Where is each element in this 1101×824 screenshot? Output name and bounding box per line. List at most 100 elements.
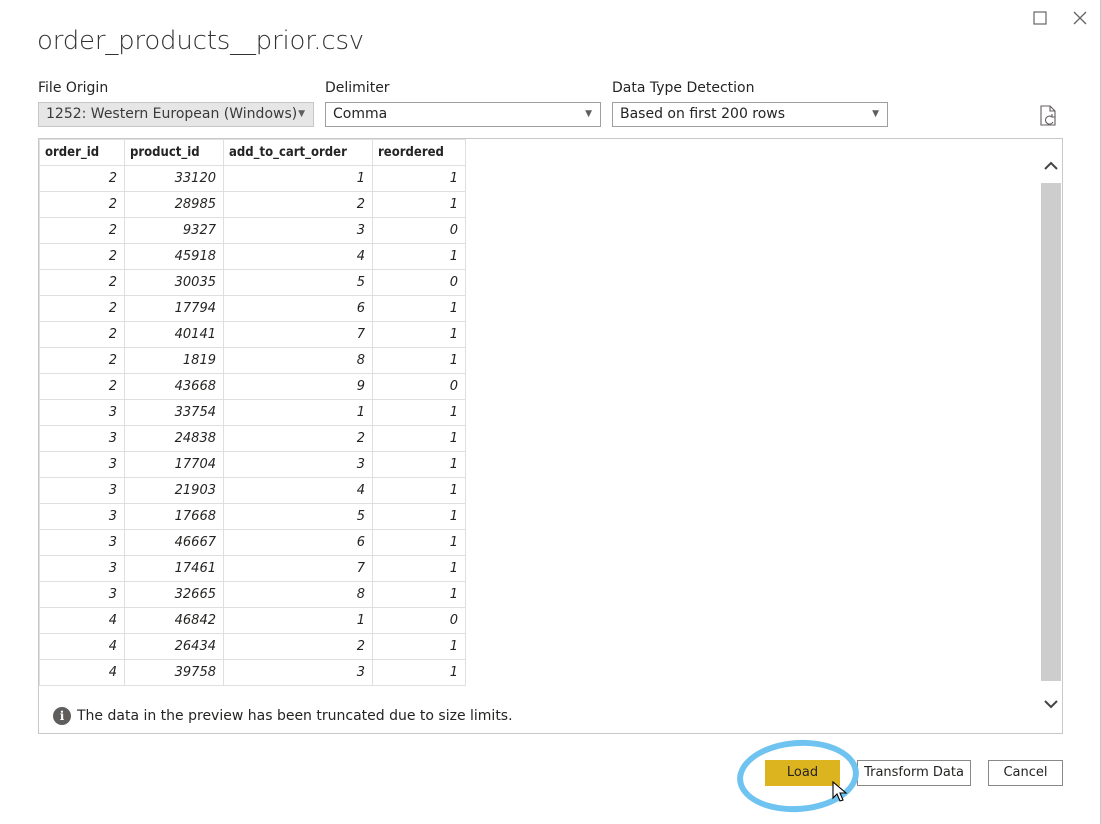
table-cell: 1 bbox=[372, 659, 466, 686]
table-cell: 9 bbox=[223, 373, 373, 400]
table-cell: 3 bbox=[223, 659, 373, 686]
table-cell: 1 bbox=[372, 529, 466, 556]
table-cell: 1 bbox=[223, 165, 373, 192]
data-preview-panel: order_id product_id add_to_cart_order re… bbox=[38, 138, 1063, 734]
truncation-notice-text: The data in the preview has been truncat… bbox=[77, 708, 513, 724]
table-cell: 1 bbox=[223, 399, 373, 426]
column-header[interactable]: reordered bbox=[372, 139, 466, 166]
table-cell: 6 bbox=[223, 529, 373, 556]
truncation-notice: i The data in the preview has been trunc… bbox=[53, 707, 513, 725]
table-row: 4 39758 3 1 bbox=[39, 659, 466, 686]
table-row: 3 32665 8 1 bbox=[39, 581, 466, 608]
vertical-scrollbar[interactable] bbox=[1040, 153, 1062, 723]
table-cell: 4 bbox=[39, 607, 125, 634]
table-cell: 5 bbox=[223, 269, 373, 296]
chevron-down-icon: ▼ bbox=[298, 109, 305, 119]
table-row: 2 17794 6 1 bbox=[39, 295, 466, 322]
table-row: 3 21903 4 1 bbox=[39, 477, 466, 504]
table-cell: 2 bbox=[39, 295, 125, 322]
table-cell: 2 bbox=[39, 165, 125, 192]
table-cell: 39758 bbox=[124, 659, 224, 686]
table-cell: 3 bbox=[39, 399, 125, 426]
type-detection-value: Based on first 200 rows bbox=[620, 106, 786, 122]
file-origin-select[interactable]: 1252: Western European (Windows) ▼ bbox=[38, 102, 314, 127]
table-row: 2 45918 4 1 bbox=[39, 243, 466, 270]
dialog-title: order_products__prior.csv bbox=[37, 26, 364, 56]
table-cell: 33120 bbox=[124, 165, 224, 192]
close-icon[interactable] bbox=[1068, 6, 1092, 30]
table-cell: 3 bbox=[39, 503, 125, 530]
table-row: 2 28985 2 1 bbox=[39, 191, 466, 218]
table-cell: 9327 bbox=[124, 217, 224, 244]
table-cell: 0 bbox=[372, 373, 466, 400]
table-cell: 6 bbox=[223, 295, 373, 322]
table-row: 4 26434 2 1 bbox=[39, 633, 466, 660]
table-row: 2 30035 5 0 bbox=[39, 269, 466, 296]
table-cell: 33754 bbox=[124, 399, 224, 426]
refresh-icon[interactable] bbox=[1038, 104, 1060, 128]
table-cell: 1 bbox=[372, 633, 466, 660]
maximize-icon[interactable] bbox=[1028, 6, 1052, 30]
table-cell: 2 bbox=[39, 321, 125, 348]
table-cell: 2 bbox=[39, 243, 125, 270]
table-cell: 2 bbox=[223, 191, 373, 218]
table-cell: 2 bbox=[223, 633, 373, 660]
table-cell: 32665 bbox=[124, 581, 224, 608]
table-row: 3 33754 1 1 bbox=[39, 399, 466, 426]
table-body: 2 33120 1 1 2 28985 2 1 2 9327 3 0 2 45918 4 1 2 30035 5 0 2… bbox=[39, 165, 466, 686]
table-cell: 1 bbox=[372, 191, 466, 218]
table-cell: 17704 bbox=[124, 451, 224, 478]
table-cell: 2 bbox=[39, 347, 125, 374]
scrollbar-thumb[interactable] bbox=[1041, 183, 1061, 681]
table-row: 2 40141 7 1 bbox=[39, 321, 466, 348]
table-row: 3 24838 2 1 bbox=[39, 425, 466, 452]
table-cell: 17461 bbox=[124, 555, 224, 582]
delimiter-select[interactable]: Comma ▼ bbox=[325, 102, 601, 127]
table-cell: 0 bbox=[372, 217, 466, 244]
table-cell: 17794 bbox=[124, 295, 224, 322]
table-row: 4 46842 1 0 bbox=[39, 607, 466, 634]
table-cell: 1 bbox=[372, 425, 466, 452]
table-row: 3 17461 7 1 bbox=[39, 555, 466, 582]
column-header[interactable]: order_id bbox=[39, 139, 125, 166]
table-cell: 1 bbox=[372, 165, 466, 192]
table-cell: 1 bbox=[223, 607, 373, 634]
table-cell: 8 bbox=[223, 581, 373, 608]
table-row: 2 1819 8 1 bbox=[39, 347, 466, 374]
table-cell: 1 bbox=[372, 503, 466, 530]
table-cell: 5 bbox=[223, 503, 373, 530]
column-header[interactable]: product_id bbox=[124, 139, 224, 166]
table-cell: 4 bbox=[39, 659, 125, 686]
table-cell: 1 bbox=[372, 243, 466, 270]
column-header[interactable]: add_to_cart_order bbox=[223, 139, 373, 166]
chevron-down-icon: ▼ bbox=[872, 109, 879, 119]
table-row: 2 9327 3 0 bbox=[39, 217, 466, 244]
table-cell: 3 bbox=[39, 477, 125, 504]
table-cell: 7 bbox=[223, 321, 373, 348]
scroll-down-icon[interactable] bbox=[1042, 695, 1060, 713]
table-cell: 3 bbox=[223, 217, 373, 244]
table-cell: 2 bbox=[39, 373, 125, 400]
table-row: 3 46667 6 1 bbox=[39, 529, 466, 556]
table-cell: 1 bbox=[372, 451, 466, 478]
table-cell: 30035 bbox=[124, 269, 224, 296]
table-cell: 0 bbox=[372, 607, 466, 634]
table-cell: 24838 bbox=[124, 425, 224, 452]
table-cell: 3 bbox=[39, 581, 125, 608]
table-cell: 3 bbox=[39, 529, 125, 556]
table-cell: 28985 bbox=[124, 191, 224, 218]
cancel-button[interactable]: Cancel bbox=[988, 760, 1063, 786]
table-cell: 1 bbox=[372, 347, 466, 374]
type-detection-select[interactable]: Based on first 200 rows ▼ bbox=[612, 102, 888, 127]
table-row: 2 33120 1 1 bbox=[39, 165, 466, 192]
table-cell: 1 bbox=[372, 477, 466, 504]
file-origin-value: 1252: Western European (Windows) bbox=[46, 106, 298, 122]
table-cell: 2 bbox=[223, 425, 373, 452]
table-cell: 4 bbox=[223, 477, 373, 504]
table-cell: 7 bbox=[223, 555, 373, 582]
table-header-row: order_id product_id add_to_cart_order re… bbox=[39, 139, 466, 166]
transform-data-button[interactable]: Transform Data bbox=[857, 760, 971, 786]
scroll-up-icon[interactable] bbox=[1042, 157, 1060, 175]
table-cell: 0 bbox=[372, 269, 466, 296]
chevron-down-icon: ▼ bbox=[585, 109, 592, 119]
